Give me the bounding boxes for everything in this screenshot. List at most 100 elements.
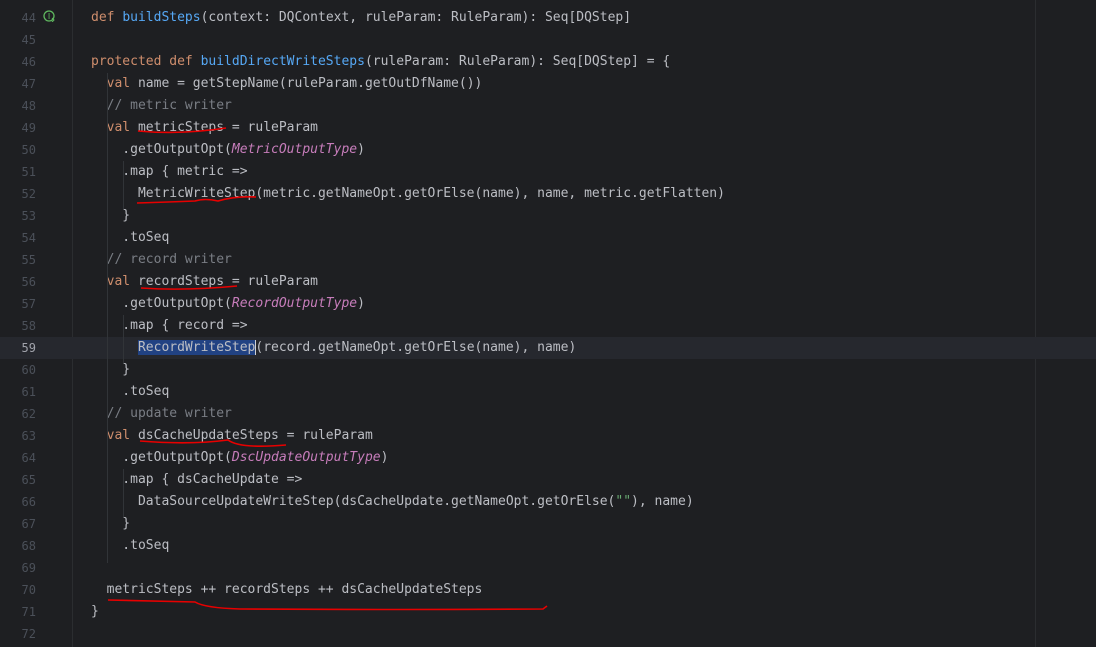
code-text[interactable]: // record writer bbox=[91, 249, 232, 271]
code-line-70[interactable]: 70 metricSteps ++ recordSteps ++ dsCache… bbox=[0, 579, 1096, 601]
line-number[interactable]: 46 bbox=[0, 51, 36, 73]
code-text[interactable]: .map { metric => bbox=[91, 161, 247, 183]
code-line-45[interactable]: 45 bbox=[0, 29, 1096, 51]
line-number[interactable]: 65 bbox=[0, 469, 36, 491]
code-token: } bbox=[91, 362, 131, 377]
code-line-59[interactable]: 59 RecordWriteStep(record.getNameOpt.get… bbox=[0, 337, 1096, 359]
code-text[interactable]: RecordWriteStep(record.getNameOpt.getOrE… bbox=[91, 337, 576, 359]
line-number[interactable]: 53 bbox=[0, 205, 36, 227]
code-text[interactable]: } bbox=[91, 513, 130, 535]
code-token: .getOutputOpt( bbox=[91, 296, 232, 311]
line-number[interactable]: 68 bbox=[0, 535, 36, 557]
code-line-60[interactable]: 60 } bbox=[0, 359, 1096, 381]
line-number[interactable]: 51 bbox=[0, 161, 36, 183]
code-line-61[interactable]: 61 .toSeq bbox=[0, 381, 1096, 403]
code-token: protected def bbox=[91, 54, 201, 69]
code-token: dsCacheUpdateSteps = ruleParam bbox=[137, 428, 373, 443]
line-number[interactable]: 67 bbox=[0, 513, 36, 535]
code-line-56[interactable]: 56 val recordSteps = ruleParam bbox=[0, 271, 1096, 293]
code-token: name = getStepName(ruleParam.getOutDfNam… bbox=[137, 76, 483, 91]
code-token: ), name) bbox=[631, 494, 694, 509]
code-text[interactable]: .getOutputOpt(MetricOutputType) bbox=[91, 139, 365, 161]
code-text[interactable]: val recordSteps = ruleParam bbox=[91, 271, 318, 293]
code-text[interactable]: val name = getStepName(ruleParam.getOutD… bbox=[91, 73, 483, 95]
line-number[interactable]: 49 bbox=[0, 117, 36, 139]
code-token: metricSteps = ruleParam bbox=[137, 120, 318, 135]
code-token: (record.getNameOpt.getOrElse(name), name… bbox=[255, 340, 577, 355]
line-number[interactable]: 50 bbox=[0, 139, 36, 161]
line-number[interactable]: 48 bbox=[0, 95, 36, 117]
code-line-63[interactable]: 63 val dsCacheUpdateSteps = ruleParam bbox=[0, 425, 1096, 447]
code-line-65[interactable]: 65 .map { dsCacheUpdate => bbox=[0, 469, 1096, 491]
code-text[interactable]: // update writer bbox=[91, 403, 232, 425]
code-line-57[interactable]: 57 .getOutputOpt(RecordOutputType) bbox=[0, 293, 1096, 315]
code-line-47[interactable]: 47 val name = getStepName(ruleParam.getO… bbox=[0, 73, 1096, 95]
code-line-66[interactable]: 66 DataSourceUpdateWriteStep(dsCacheUpda… bbox=[0, 491, 1096, 513]
code-text[interactable]: // metric writer bbox=[91, 95, 232, 117]
code-text[interactable]: val metricSteps = ruleParam bbox=[91, 117, 318, 139]
code-line-54[interactable]: 54 .toSeq bbox=[0, 227, 1096, 249]
code-token: MetricWriteStep(metric.getNameOpt.getOrE… bbox=[91, 186, 725, 201]
code-text[interactable]: DataSourceUpdateWriteStep(dsCacheUpdate.… bbox=[91, 491, 694, 513]
line-number[interactable]: 62 bbox=[0, 403, 36, 425]
code-text[interactable]: val dsCacheUpdateSteps = ruleParam bbox=[91, 425, 373, 447]
line-number[interactable]: 58 bbox=[0, 315, 36, 337]
code-text[interactable]: def buildSteps(context: DQContext, ruleP… bbox=[91, 7, 631, 29]
line-number[interactable]: 61 bbox=[0, 381, 36, 403]
code-line-55[interactable]: 55 // record writer bbox=[0, 249, 1096, 271]
code-text[interactable]: .map { record => bbox=[91, 315, 248, 337]
line-number[interactable]: 70 bbox=[0, 579, 36, 601]
line-number[interactable]: 71 bbox=[0, 601, 36, 623]
code-line-53[interactable]: 53 } bbox=[0, 205, 1096, 227]
line-number[interactable]: 57 bbox=[0, 293, 36, 315]
code-line-49[interactable]: 49 val metricSteps = ruleParam bbox=[0, 117, 1096, 139]
code-text[interactable]: .toSeq bbox=[91, 535, 169, 557]
code-text[interactable]: MetricWriteStep(metric.getNameOpt.getOrE… bbox=[91, 183, 725, 205]
code-token: (context: DQContext, ruleParam: RulePara… bbox=[200, 10, 632, 25]
code-line-50[interactable]: 50 .getOutputOpt(MetricOutputType) bbox=[0, 139, 1096, 161]
line-number[interactable]: 47 bbox=[0, 73, 36, 95]
code-text[interactable]: } bbox=[91, 205, 130, 227]
indent-guide bbox=[123, 315, 124, 363]
line-number[interactable]: 69 bbox=[0, 557, 36, 579]
line-number[interactable]: 72 bbox=[0, 623, 36, 645]
line-number[interactable]: 59 bbox=[0, 337, 36, 359]
code-line-71[interactable]: 71} bbox=[0, 601, 1096, 623]
line-number[interactable]: 56 bbox=[0, 271, 36, 293]
code-text[interactable]: } bbox=[91, 359, 130, 381]
code-text[interactable]: .toSeq bbox=[91, 381, 169, 403]
code-token: .map { record => bbox=[91, 318, 248, 333]
line-number[interactable]: 63 bbox=[0, 425, 36, 447]
code-text[interactable]: } bbox=[91, 601, 99, 623]
code-token: ) bbox=[357, 296, 365, 311]
code-text[interactable]: protected def buildDirectWriteSteps(rule… bbox=[91, 51, 670, 73]
code-line-48[interactable]: 48 // metric writer bbox=[0, 95, 1096, 117]
code-text[interactable]: .toSeq bbox=[91, 227, 169, 249]
code-line-44[interactable]: 44 def buildSteps(context: DQContext, rul… bbox=[0, 7, 1096, 29]
code-line-58[interactable]: 58 .map { record => bbox=[0, 315, 1096, 337]
line-number[interactable]: 54 bbox=[0, 227, 36, 249]
code-line-68[interactable]: 68 .toSeq bbox=[0, 535, 1096, 557]
code-line-62[interactable]: 62 // update writer bbox=[0, 403, 1096, 425]
line-number[interactable]: 52 bbox=[0, 183, 36, 205]
line-number[interactable]: 45 bbox=[0, 29, 36, 51]
code-line-64[interactable]: 64 .getOutputOpt(DscUpdateOutputType) bbox=[0, 447, 1096, 469]
line-number[interactable]: 55 bbox=[0, 249, 36, 271]
code-token: RecordOutputType bbox=[231, 296, 358, 311]
code-line-46[interactable]: 46 protected def buildDirectWriteSteps(ru… bbox=[0, 51, 1096, 73]
code-line-72[interactable]: 72 bbox=[0, 623, 1096, 645]
code-line-52[interactable]: 52 MetricWriteStep(metric.getNameOpt.get… bbox=[0, 183, 1096, 205]
line-number[interactable]: 60 bbox=[0, 359, 36, 381]
line-number[interactable]: 44 bbox=[0, 7, 36, 29]
code-line-69[interactable]: 69 bbox=[0, 557, 1096, 579]
code-editor[interactable]: I 44 def buildSteps(context: DQContext, r… bbox=[0, 0, 1096, 647]
line-number[interactable]: 64 bbox=[0, 447, 36, 469]
line-number[interactable]: 66 bbox=[0, 491, 36, 513]
code-text[interactable]: metricSteps ++ recordSteps ++ dsCacheUpd… bbox=[91, 579, 483, 601]
code-line-67[interactable]: 67 } bbox=[0, 513, 1096, 535]
code-line-51[interactable]: 51 .map { metric => bbox=[0, 161, 1096, 183]
code-text[interactable]: .getOutputOpt(DscUpdateOutputType) bbox=[91, 447, 388, 469]
code-text[interactable]: .getOutputOpt(RecordOutputType) bbox=[91, 293, 365, 315]
code-token: } bbox=[91, 516, 131, 531]
